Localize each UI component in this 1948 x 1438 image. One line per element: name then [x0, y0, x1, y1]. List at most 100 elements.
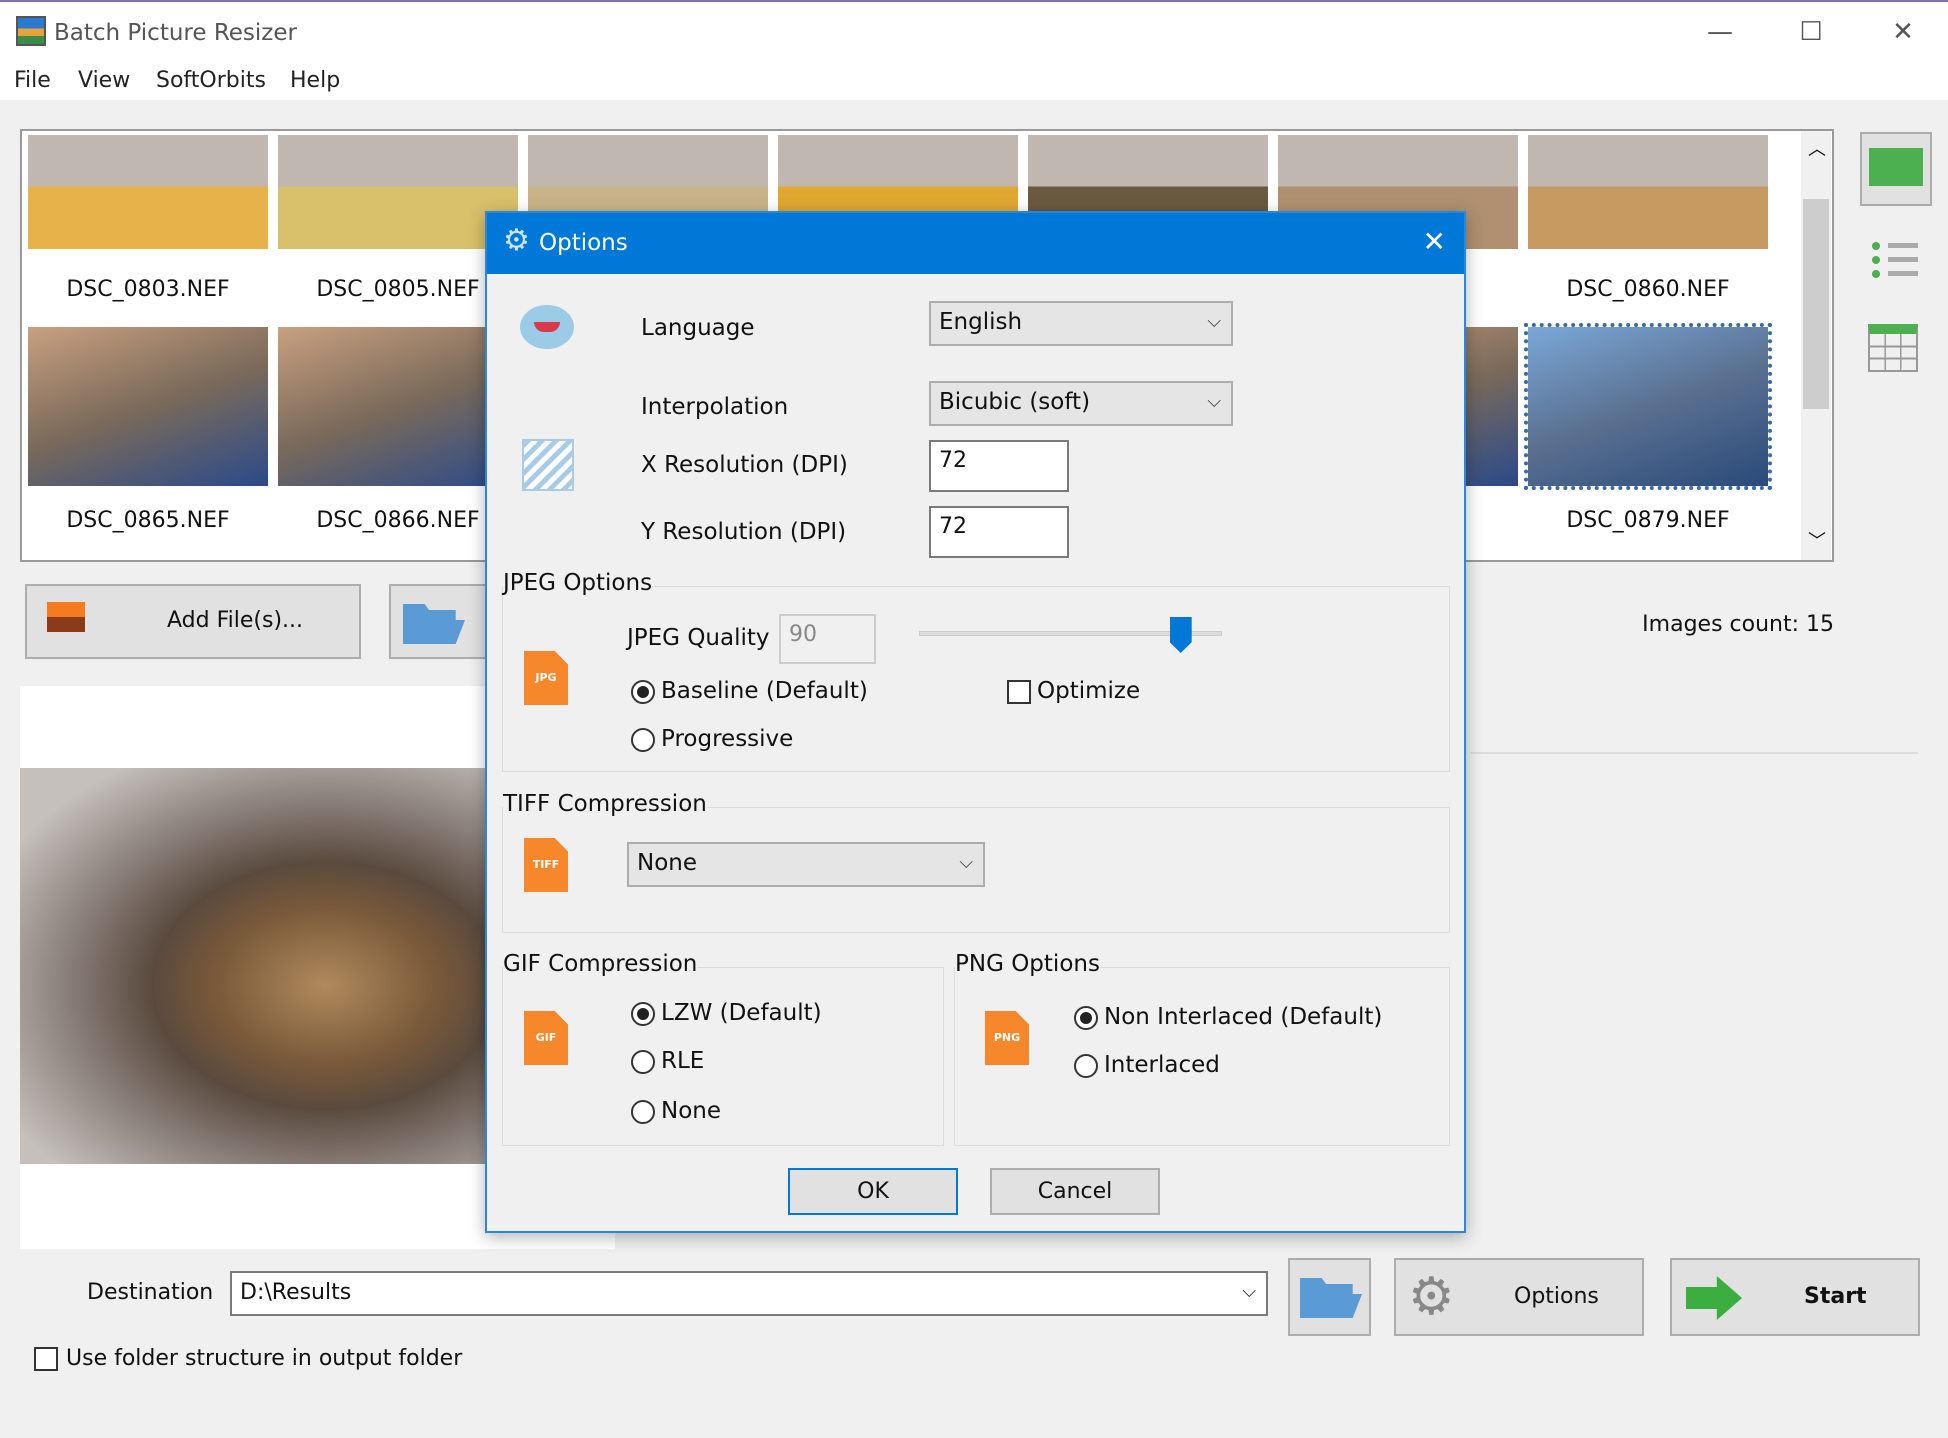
thumbnail-label: DSC_0879.NEF — [1566, 508, 1730, 533]
baseline-label: Baseline (Default) — [661, 678, 868, 704]
menu-softorbits[interactable]: SoftOrbits — [156, 68, 266, 93]
baseline-radio[interactable] — [631, 680, 655, 704]
tiff-file-icon: TIFF — [524, 838, 568, 892]
thumbnail-label: DSC_0860.NEF — [1566, 277, 1730, 302]
options-button[interactable]: ⚙ Options — [1394, 1258, 1644, 1336]
png-non-interlaced-radio[interactable] — [1074, 1006, 1098, 1030]
thumbnail-item[interactable]: DSC_0879.NEF — [1524, 323, 1772, 533]
gif-lzw-radio[interactable] — [631, 1002, 655, 1026]
png-interlaced-radio[interactable] — [1074, 1054, 1098, 1078]
arrow-right-icon — [1686, 1276, 1742, 1320]
gear-icon: ⚙ — [1408, 1267, 1455, 1327]
window-title: Batch Picture Resizer — [54, 20, 297, 46]
tiff-value: None — [637, 850, 698, 876]
language-select[interactable]: English ⌵ — [929, 301, 1233, 346]
thumbnail-view-icon — [1869, 148, 1923, 186]
minimize-button[interactable]: — — [1690, 12, 1750, 52]
dialog-close-button[interactable]: ✕ — [1423, 225, 1446, 258]
folder-icon — [1300, 1278, 1362, 1318]
destination-label: Destination — [87, 1280, 214, 1305]
png-file-icon: PNG — [985, 1011, 1029, 1065]
png-interlaced-label: Interlaced — [1104, 1052, 1220, 1078]
thumbnail-image — [1528, 135, 1768, 249]
gif-rle-radio[interactable] — [631, 1050, 655, 1074]
image-add-icon — [47, 602, 85, 632]
thumbnail-item[interactable]: DSC_0865.NEF — [28, 327, 268, 533]
ok-button[interactable]: OK — [788, 1168, 958, 1215]
slider-thumb[interactable] — [1169, 617, 1192, 653]
add-folder-button[interactable] — [389, 584, 499, 659]
tiff-compression-select[interactable]: None ⌵ — [627, 842, 985, 887]
scroll-down-icon[interactable]: ﹀ — [1808, 527, 1826, 553]
thumbnail-label: DSC_0865.NEF — [66, 508, 230, 533]
destination-value: D:\Results — [240, 1280, 352, 1305]
use-folder-structure-checkbox[interactable] — [34, 1347, 58, 1371]
menu-file[interactable]: File — [14, 68, 51, 93]
menu-bar: File View SoftOrbits Help — [0, 60, 1948, 100]
gif-title: GIF Compression — [503, 951, 698, 977]
interpolation-label: Interpolation — [641, 394, 789, 420]
menu-view[interactable]: View — [78, 68, 130, 93]
png-options-group: PNG Options PNG Non Interlaced (Default)… — [954, 951, 1450, 1146]
png-non-interlaced-label: Non Interlaced (Default) — [1104, 1004, 1383, 1030]
scrollbar-thumb[interactable] — [1803, 199, 1829, 409]
cancel-button[interactable]: Cancel — [990, 1168, 1160, 1215]
title-bar: Batch Picture Resizer — ☐ ✕ — [0, 0, 1948, 60]
destination-input[interactable]: D:\Results ⌵ — [230, 1271, 1268, 1316]
optimize-label: Optimize — [1037, 678, 1141, 704]
list-view-icon[interactable] — [1872, 240, 1922, 284]
thumbnail-item[interactable]: DSC_0860.NEF — [1528, 135, 1768, 302]
dialog-title: Options — [539, 230, 628, 256]
interpolation-select[interactable]: Bicubic (soft) ⌵ — [929, 381, 1233, 426]
thumbnail-image — [278, 135, 518, 249]
progressive-radio[interactable] — [631, 728, 655, 752]
app-icon — [16, 16, 46, 46]
scroll-up-icon[interactable]: ︿ — [1808, 135, 1826, 161]
gear-icon: ⚙ — [503, 223, 530, 258]
use-folder-structure-label: Use folder structure in output folder — [66, 1346, 463, 1371]
speech-bubble-icon — [520, 305, 574, 349]
resolution-icon — [522, 439, 574, 491]
thumbnail-item[interactable]: DSC_0803.NEF — [28, 135, 268, 302]
thumbnail-image — [1524, 323, 1772, 490]
thumbnail-label: DSC_0805.NEF — [316, 277, 480, 302]
options-label: Options — [1514, 1284, 1599, 1309]
chevron-down-icon: ⌵ — [1207, 311, 1221, 332]
thumbnail-label: DSC_0803.NEF — [66, 277, 230, 302]
yres-input[interactable]: 72 — [929, 506, 1069, 558]
start-button[interactable]: Start — [1670, 1258, 1920, 1336]
jpeg-quality-input[interactable]: 90 — [779, 614, 876, 664]
gif-none-radio[interactable] — [631, 1100, 655, 1124]
browse-destination-button[interactable] — [1288, 1258, 1371, 1336]
grid-view-icon[interactable] — [1868, 324, 1918, 372]
maximize-button[interactable]: ☐ — [1781, 12, 1841, 52]
menu-help[interactable]: Help — [290, 68, 340, 93]
dialog-title-bar: ⚙ Options ✕ — [487, 213, 1464, 274]
thumbnail-image — [278, 327, 518, 486]
optimize-checkbox[interactable] — [1007, 680, 1031, 704]
images-count: Images count: 15 — [1642, 612, 1834, 637]
thumbnail-item[interactable]: DSC_0866.NEF — [278, 327, 518, 533]
progressive-label: Progressive — [661, 726, 794, 752]
thumbnail-item[interactable]: DSC_0805.NEF — [278, 135, 518, 302]
close-button[interactable]: ✕ — [1873, 12, 1933, 52]
language-label: Language — [641, 315, 755, 341]
options-dialog: ⚙ Options ✕ Language English ⌵ Interpolat… — [485, 211, 1466, 1233]
vertical-scrollbar[interactable]: ︿ ﹀ — [1801, 131, 1831, 560]
xres-label: X Resolution (DPI) — [641, 452, 848, 478]
divider — [1470, 752, 1918, 754]
start-label: Start — [1804, 1284, 1867, 1309]
xres-input[interactable]: 72 — [929, 440, 1069, 492]
add-files-button[interactable]: Add File(s)... — [25, 584, 361, 659]
thumbnail-image — [28, 327, 268, 486]
chevron-down-icon[interactable]: ⌵ — [1242, 1281, 1256, 1302]
folder-icon — [403, 604, 465, 644]
jpg-file-icon: JPG — [524, 651, 568, 705]
thumbnail-view-button[interactable] — [1860, 132, 1932, 206]
gif-rle-label: RLE — [661, 1048, 705, 1074]
png-title: PNG Options — [955, 951, 1100, 977]
tiff-compression-group: TIFF Compression TIFF None ⌵ — [502, 791, 1450, 933]
thumbnail-label: DSC_0866.NEF — [316, 508, 480, 533]
tiff-title: TIFF Compression — [503, 791, 707, 817]
language-value: English — [939, 309, 1023, 335]
